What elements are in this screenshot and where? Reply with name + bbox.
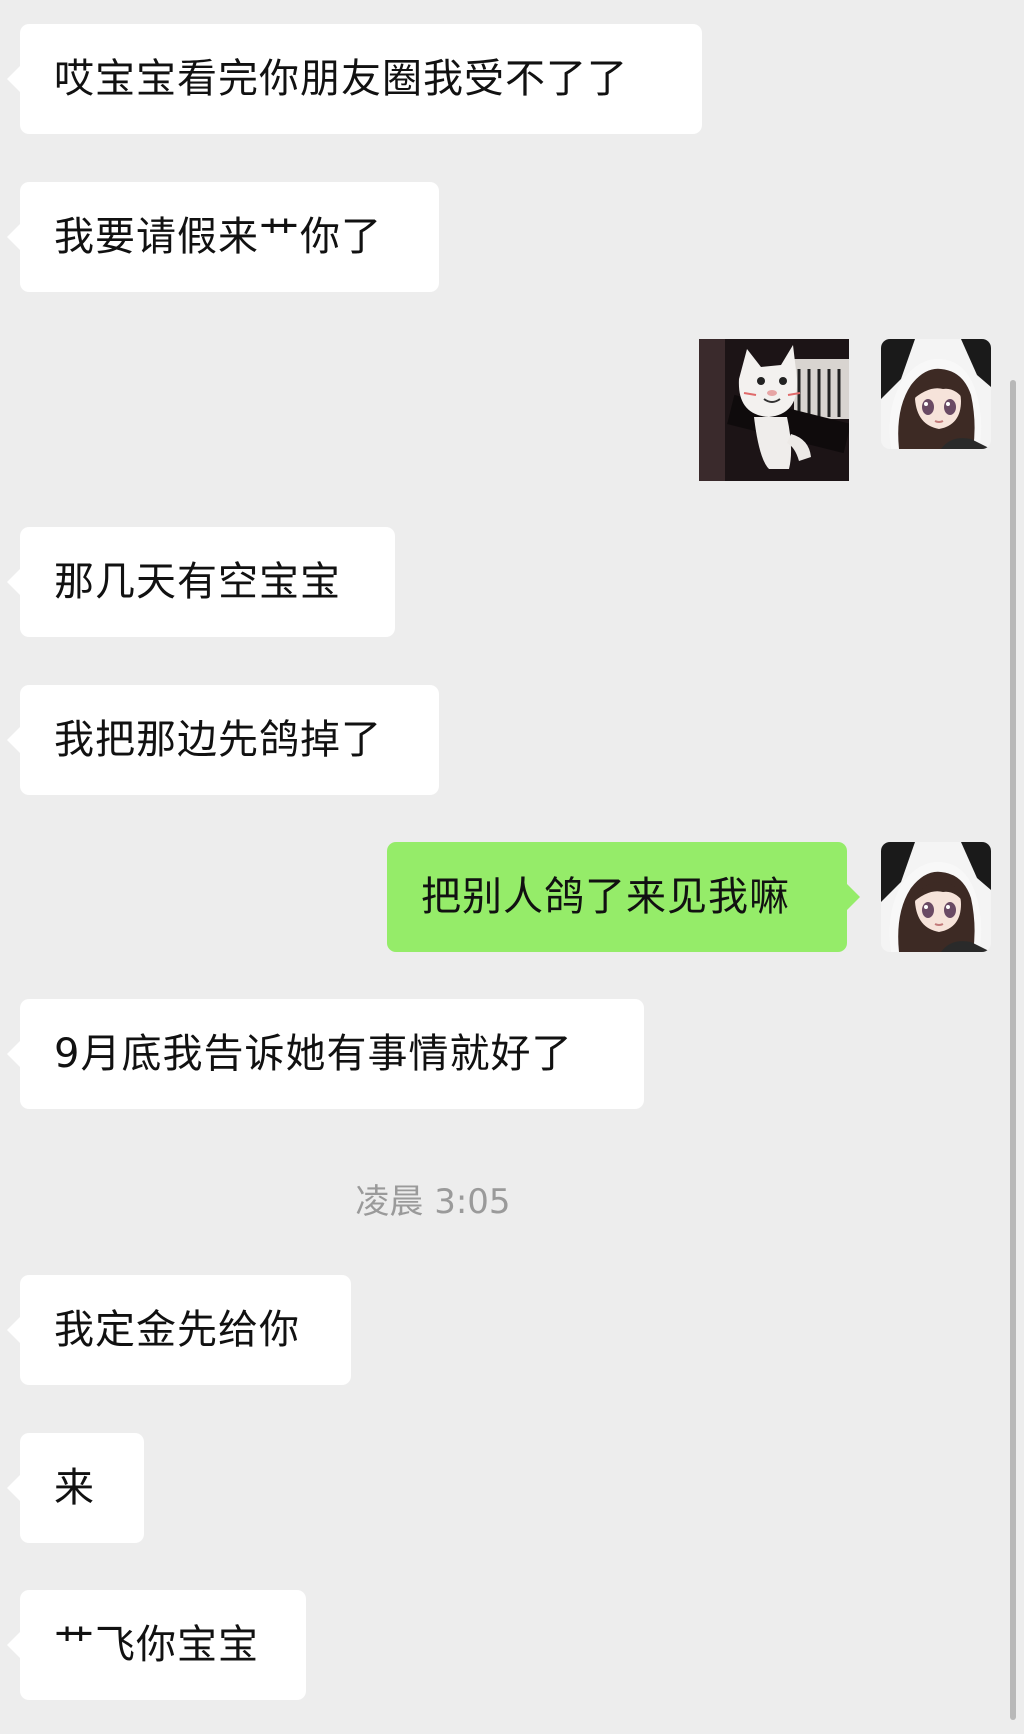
cat-sticker-icon — [699, 339, 849, 481]
incoming-message[interactable]: 9月底我告诉她有事情就好了 — [7, 999, 644, 1109]
message-text: 那几天有空宝宝 — [54, 559, 341, 605]
message-text: 我定金先给你 — [54, 1307, 300, 1353]
outgoing-message[interactable]: 把别人鸽了来见我嘛 — [387, 842, 860, 952]
message-text: 9月底我告诉她有事情就好了 — [54, 1031, 573, 1077]
message-text: 我把那边先鸽掉了 — [54, 717, 382, 763]
anime-girl-avatar-icon — [881, 339, 991, 449]
message-text: 艹飞你宝宝 — [54, 1622, 259, 1668]
incoming-message[interactable]: 来 — [7, 1433, 144, 1543]
anime-girl-avatar-icon — [881, 842, 991, 952]
message-timestamp: 凌晨 3:05 — [355, 1182, 511, 1222]
user-avatar[interactable] — [881, 842, 991, 952]
user-avatar[interactable] — [881, 339, 991, 449]
message-text: 我要请假来艹你了 — [54, 214, 382, 260]
message-text: 哎宝宝看完你朋友圈我受不了了 — [54, 56, 628, 102]
message-text: 来 — [54, 1465, 95, 1511]
scrollbar-thumb[interactable] — [1010, 380, 1016, 1720]
incoming-message[interactable]: 哎宝宝看完你朋友圈我受不了了 — [7, 24, 702, 134]
incoming-message[interactable]: 那几天有空宝宝 — [7, 527, 395, 637]
incoming-message[interactable]: 我定金先给你 — [7, 1275, 351, 1385]
chat-window: 哎宝宝看完你朋友圈我受不了了 我要请假来艹你了 那几天有空宝宝 我把那边先鸽掉了… — [0, 0, 1024, 1734]
incoming-message[interactable]: 我把那边先鸽掉了 — [7, 685, 439, 795]
incoming-message[interactable]: 我要请假来艹你了 — [7, 182, 439, 292]
message-text: 把别人鸽了来见我嘛 — [421, 874, 790, 920]
outgoing-sticker[interactable] — [699, 339, 849, 481]
incoming-message[interactable]: 艹飞你宝宝 — [7, 1590, 306, 1700]
